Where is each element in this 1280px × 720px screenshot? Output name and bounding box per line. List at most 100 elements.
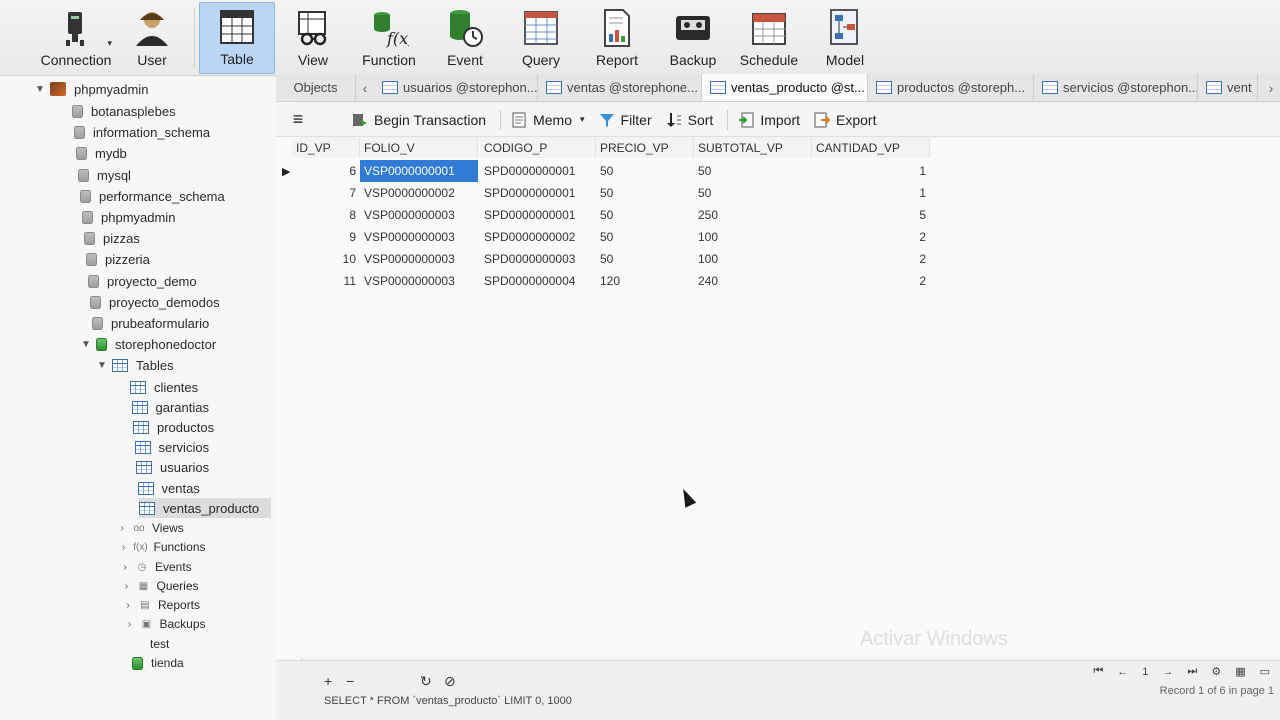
chevron-left-icon[interactable]: ‹ <box>356 74 374 101</box>
table-cell[interactable]: 100 <box>694 226 812 248</box>
grid-view-icon[interactable]: ▦ <box>1235 665 1245 678</box>
table-cell[interactable]: 2 <box>812 226 930 248</box>
group-node[interactable]: › f(x) Functions <box>118 537 206 557</box>
refresh-icon[interactable]: ↻ <box>420 673 432 690</box>
toolbar-user-button[interactable]: User <box>114 2 190 74</box>
last-page-icon[interactable]: ⏭ <box>1187 665 1197 678</box>
table-cell[interactable]: VSP0000000003 <box>360 270 478 292</box>
database-node[interactable]: mysql <box>78 165 131 185</box>
page-number[interactable]: 1 <box>1142 666 1148 678</box>
chevron-right-icon[interactable]: › <box>1262 74 1280 101</box>
chevron-right-icon[interactable]: › <box>121 581 133 592</box>
column-header[interactable]: ID_VP <box>292 138 360 158</box>
begin-transaction-button[interactable]: Begin Transaction <box>352 112 486 128</box>
table-node[interactable]: clientes <box>130 377 198 397</box>
table-cell[interactable]: 50 <box>596 226 694 248</box>
filter-button[interactable]: Filter <box>599 112 652 128</box>
table-cell[interactable]: 1 <box>812 160 930 182</box>
table-node[interactable]: productos <box>133 417 214 437</box>
column-header[interactable]: SUBTOTAL_VP <box>694 138 812 158</box>
database-node[interactable]: pizzeria <box>86 249 150 269</box>
import-button[interactable]: Import <box>738 112 800 128</box>
menu-button[interactable]: ≡ <box>290 109 312 129</box>
database-node[interactable]: test <box>150 634 169 654</box>
chevron-right-icon[interactable]: › <box>124 619 136 630</box>
database-node[interactable]: information_schema <box>74 122 210 142</box>
table-cell[interactable]: VSP0000000003 <box>360 204 478 226</box>
first-page-icon[interactable]: ⏮ <box>1093 665 1103 678</box>
tab-item[interactable]: productos @storeph... <box>868 74 1034 101</box>
table-cell[interactable]: SPD0000000001 <box>480 160 596 182</box>
toolbar-table-button[interactable]: Table <box>199 2 275 74</box>
table-cell[interactable]: 7 <box>292 182 360 204</box>
tables-folder[interactable]: ▼ Tables <box>96 355 174 375</box>
table-cell[interactable]: SPD0000000002 <box>480 226 596 248</box>
table-cell[interactable]: 1 <box>812 182 930 204</box>
toolbar-model-button[interactable]: Model <box>807 2 883 74</box>
memo-button[interactable]: Memo ▾ <box>511 112 585 128</box>
add-record-button[interactable]: + <box>324 673 332 689</box>
table-cell[interactable]: 8 <box>292 204 360 226</box>
chevron-down-icon[interactable]: ▼ <box>34 84 46 95</box>
toolbar-query-button[interactable]: Query <box>503 2 579 74</box>
table-cell[interactable]: VSP0000000003 <box>360 226 478 248</box>
delete-record-button[interactable]: − <box>346 673 354 689</box>
column-header[interactable]: PRECIO_VP <box>596 138 694 158</box>
tab-objects[interactable]: Objects <box>276 74 356 101</box>
chevron-down-icon[interactable]: ▾ <box>107 38 112 49</box>
table-cell[interactable]: 240 <box>694 270 812 292</box>
table-cell[interactable]: 11 <box>292 270 360 292</box>
chevron-down-icon[interactable]: ▼ <box>96 360 108 371</box>
chevron-right-icon[interactable]: › <box>119 562 131 573</box>
stop-icon[interactable]: ⊘ <box>444 673 456 690</box>
table-node[interactable]: garantias <box>131 397 209 417</box>
column-header[interactable]: CANTIDAD_VP <box>812 138 930 158</box>
group-node[interactable]: › ◷ Events <box>119 557 191 577</box>
database-node[interactable]: mydb <box>76 143 127 163</box>
table-cell[interactable]: 50 <box>596 248 694 270</box>
next-page-icon[interactable]: → <box>1162 666 1173 678</box>
table-cell[interactable]: SPD0000000003 <box>480 248 596 270</box>
toolbar-schedule-button[interactable]: Schedule <box>731 2 807 74</box>
table-cell[interactable]: 50 <box>694 182 812 204</box>
gear-icon[interactable]: ⚙ <box>1211 665 1221 678</box>
group-node[interactable]: › oo Views <box>116 518 183 538</box>
prev-page-icon[interactable]: ← <box>1117 666 1128 678</box>
toolbar-event-button[interactable]: Event <box>427 2 503 74</box>
toolbar-report-button[interactable]: Report <box>579 2 655 74</box>
table-node[interactable]: ventas <box>137 478 200 498</box>
table-cell[interactable]: 50 <box>694 160 812 182</box>
table-cell[interactable]: 100 <box>694 248 812 270</box>
table-node[interactable]: usuarios <box>136 457 209 477</box>
tab-item[interactable]: usuarios @storephon... <box>374 74 538 101</box>
chevron-right-icon[interactable]: › <box>118 542 130 553</box>
toolbar-connection-button[interactable]: Connection ▾ <box>38 2 114 74</box>
table-cell[interactable]: 120 <box>596 270 694 292</box>
group-node[interactable]: › ▦ Queries <box>121 576 199 596</box>
table-cell[interactable]: 10 <box>292 248 360 270</box>
table-cell[interactable]: 50 <box>596 182 694 204</box>
table-cell[interactable]: SPD0000000001 <box>480 204 596 226</box>
form-view-icon[interactable]: ▭ <box>1260 665 1270 678</box>
group-node[interactable]: › ▣ Backups <box>124 614 206 634</box>
database-node-open[interactable]: ▼ storephonedoctor <box>80 334 216 354</box>
toolbar-function-button[interactable]: f(x) Function <box>351 2 427 74</box>
table-cell[interactable]: SPD0000000004 <box>480 270 596 292</box>
toolbar-view-button[interactable]: View <box>275 2 351 74</box>
table-cell[interactable]: 50 <box>596 204 694 226</box>
group-node[interactable]: › ▤ Reports <box>122 595 200 615</box>
table-cell[interactable]: VSP0000000001 <box>360 160 478 182</box>
database-node[interactable]: performance_schema <box>80 186 225 206</box>
database-node[interactable]: proyecto_demodos <box>90 292 220 312</box>
export-button[interactable]: Export <box>814 112 876 128</box>
tab-item[interactable]: ventas @storephone... <box>538 74 702 101</box>
table-cell[interactable]: VSP0000000002 <box>360 182 478 204</box>
database-node[interactable]: phpmyadmin <box>82 207 175 227</box>
table-cell[interactable]: 5 <box>812 204 930 226</box>
table-node[interactable]: servicios <box>134 437 209 457</box>
sort-button[interactable]: Sort <box>666 112 713 128</box>
table-cell[interactable]: 9 <box>292 226 360 248</box>
table-cell[interactable]: 6 <box>292 160 360 182</box>
column-header[interactable]: FOLIO_V <box>360 138 478 158</box>
table-cell[interactable]: VSP0000000003 <box>360 248 478 270</box>
